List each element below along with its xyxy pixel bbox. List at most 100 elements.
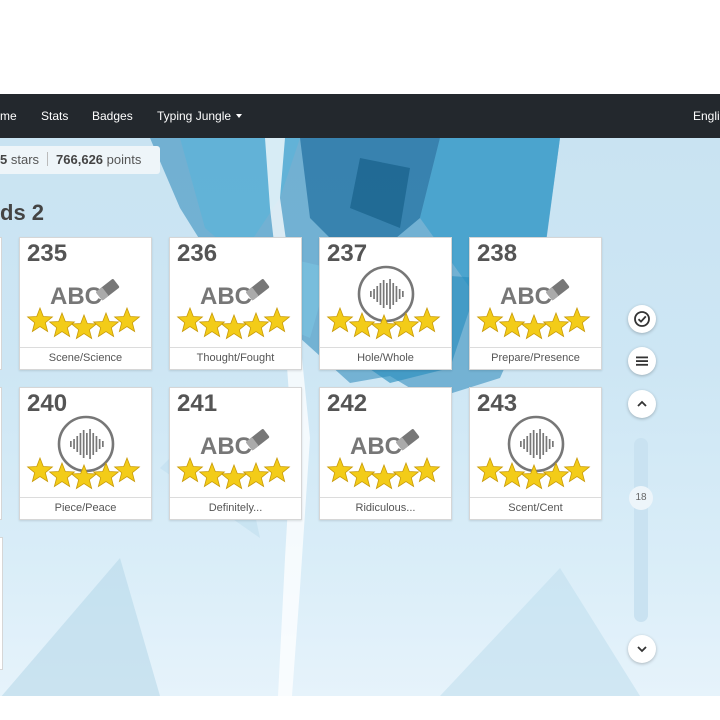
star-rating (26, 456, 141, 490)
lesson-label: Scene/Science (20, 347, 151, 369)
star-icon (26, 456, 54, 483)
lesson-number: 238 (477, 240, 518, 267)
star-rating (326, 306, 441, 340)
star-icon (242, 461, 270, 488)
section-title: ds 2 (0, 200, 45, 225)
lesson-card-partial[interactable] (0, 237, 2, 370)
hamburger-menu-icon (636, 356, 648, 366)
lesson-card-partial[interactable] (0, 537, 3, 670)
star-icon (542, 461, 570, 488)
lesson-card[interactable]: 235 ABC Scene/Science (19, 237, 152, 370)
lesson-card[interactable]: 237 Hole/Whole (319, 237, 452, 370)
lesson-label: Scent/Cent (470, 497, 601, 519)
star-icon (392, 461, 420, 488)
top-navbar: me Stats Badges Typing Jungle Engli (0, 94, 720, 138)
lesson-card[interactable]: 240 Piece/Peace (19, 387, 152, 520)
scroll-track[interactable] (634, 438, 648, 622)
lesson-card-partial[interactable] (0, 387, 2, 520)
star-icon (263, 306, 291, 333)
bottom-blank-area (0, 696, 720, 720)
star-icon (563, 306, 591, 333)
star-icon (476, 306, 504, 333)
lesson-number: 236 (177, 240, 218, 267)
star-rating (176, 306, 291, 340)
star-icon (198, 461, 226, 488)
star-icon (48, 461, 76, 488)
star-icon (263, 456, 291, 483)
check-button[interactable] (628, 305, 656, 333)
star-icon (113, 306, 141, 333)
star-icon (392, 311, 420, 338)
star-icon (92, 461, 120, 488)
nav-typing-jungle-dropdown[interactable]: Typing Jungle (157, 109, 243, 123)
lesson-number: 241 (177, 390, 218, 417)
star-icon (326, 456, 354, 483)
lesson-card[interactable]: 242 ABC Ridiculous... (319, 387, 452, 520)
points-unit: points (106, 152, 142, 167)
star-icon (498, 311, 526, 338)
lesson-label: Ridiculous... (320, 497, 451, 519)
chevron-down-icon (637, 646, 647, 653)
lesson-label: Prepare/Presence (470, 347, 601, 369)
menu-button[interactable] (628, 347, 656, 375)
stars-points-summary: 5 stars 766,626 points (0, 146, 160, 174)
star-rating (176, 456, 291, 490)
lesson-map-area: 5 stars 766,626 points ds 2 235 ABC Scene/S… (0, 138, 720, 696)
star-rating (476, 306, 591, 340)
star-icon (92, 311, 120, 338)
star-icon (476, 456, 504, 483)
lesson-number: 242 (327, 390, 368, 417)
lesson-label: Hole/Whole (320, 347, 451, 369)
star-icon (26, 306, 54, 333)
language-selector[interactable]: Engli (693, 109, 720, 123)
lesson-label: Definitely... (170, 497, 301, 519)
nav-home-link[interactable]: me (0, 109, 17, 123)
lesson-card[interactable]: 243 Scent/Cent (469, 387, 602, 520)
star-icon (413, 456, 441, 483)
star-icon (563, 456, 591, 483)
star-icon (242, 311, 270, 338)
scroll-thumb[interactable]: 18 (629, 486, 653, 510)
star-icon (542, 311, 570, 338)
star-icon (113, 456, 141, 483)
star-icon (370, 463, 398, 490)
star-rating (326, 456, 441, 490)
lesson-number: 235 (27, 240, 68, 267)
lesson-card[interactable]: 241 ABC Definitely... (169, 387, 302, 520)
star-icon (348, 461, 376, 488)
star-icon (498, 461, 526, 488)
nav-stats-link[interactable]: Stats (41, 109, 68, 123)
star-icon (348, 311, 376, 338)
stars-unit: stars (10, 152, 40, 167)
star-icon (176, 456, 204, 483)
star-icon (220, 463, 248, 490)
star-icon (370, 313, 398, 340)
star-icon (413, 306, 441, 333)
star-rating (26, 306, 141, 340)
scroll-up-button[interactable] (628, 390, 656, 418)
star-icon (176, 306, 204, 333)
star-icon (326, 306, 354, 333)
lesson-card[interactable]: 236 ABC Thought/Fought (169, 237, 302, 370)
points-value: 766,626 (56, 152, 104, 167)
star-icon (70, 463, 98, 490)
star-icon (220, 313, 248, 340)
star-icon (198, 311, 226, 338)
top-blank-area (0, 0, 720, 94)
check-circle-icon (634, 311, 650, 327)
star-rating (476, 456, 591, 490)
star-icon (70, 313, 98, 340)
stars-value: 5 (0, 152, 8, 167)
star-icon (520, 463, 548, 490)
nav-badges-link[interactable]: Badges (92, 109, 133, 123)
nav-typing-jungle-label: Typing Jungle (157, 109, 232, 123)
scroll-down-button[interactable] (628, 635, 656, 663)
lesson-label: Thought/Fought (170, 347, 301, 369)
caret-down-icon (236, 114, 243, 118)
lesson-card[interactable]: 238 ABC Prepare/Presence (469, 237, 602, 370)
lesson-label: Piece/Peace (20, 497, 151, 519)
divider (47, 152, 49, 166)
chevron-up-icon (637, 400, 647, 407)
star-icon (48, 311, 76, 338)
star-icon (520, 313, 548, 340)
